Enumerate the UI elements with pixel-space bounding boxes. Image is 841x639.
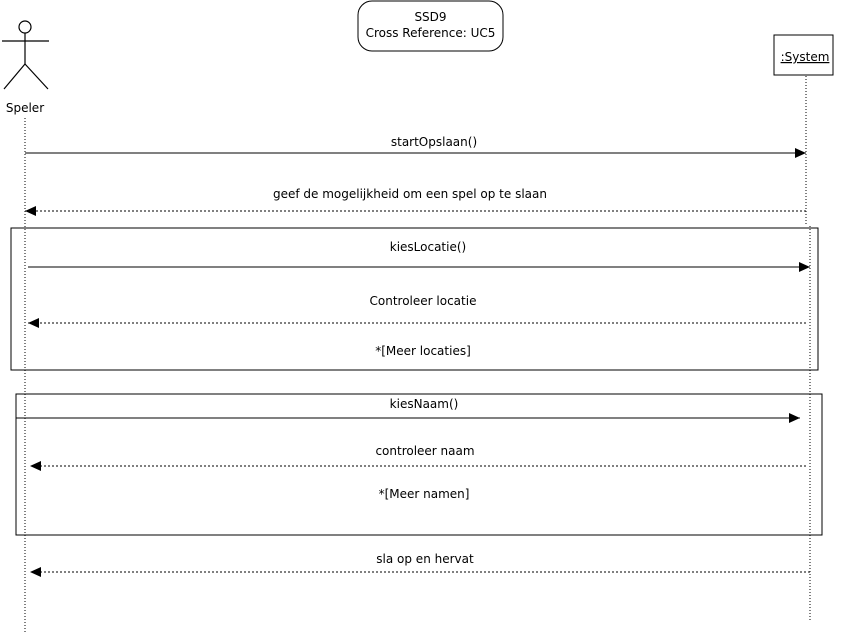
sequence-diagram: SSD9 Cross Reference: UC5 Speler :System… xyxy=(2,0,834,632)
actor-stick-figure-icon xyxy=(2,20,49,90)
message-label-kieslocatie: kiesLocatie() xyxy=(390,240,466,254)
system-box: :System xyxy=(773,34,834,76)
loop-guard-locaties: *[Meer locaties] xyxy=(375,344,471,358)
title-line-2: Cross Reference: UC5 xyxy=(366,26,496,40)
title-line-1: SSD9 xyxy=(414,10,446,24)
loop-guard-namen: *[Meer namen] xyxy=(379,487,470,501)
loop-frame-namen xyxy=(15,393,823,536)
title-box: SSD9 Cross Reference: UC5 xyxy=(357,0,504,52)
actor-name: Speler xyxy=(6,101,44,115)
message-label-sla-op: sla op en hervat xyxy=(376,552,474,566)
message-label-kiesnaam: kiesNaam() xyxy=(390,397,459,411)
message-label-geef-mogelijkheid: geef de mogelijkheid om een spel op te s… xyxy=(273,187,547,201)
system-name: :System xyxy=(781,50,830,64)
message-label-controleer-naam: controleer naam xyxy=(375,444,474,458)
message-label-startopslaan: startOpslaan() xyxy=(391,135,477,149)
message-label-controleer-locatie: Controleer locatie xyxy=(370,294,477,308)
